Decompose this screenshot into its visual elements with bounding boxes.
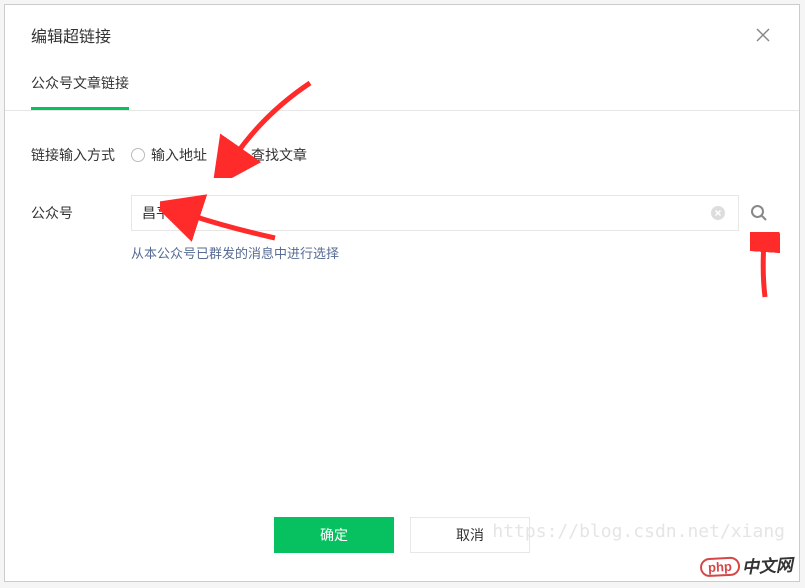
search-icon[interactable] [749,203,769,223]
confirm-button[interactable]: 确定 [274,517,394,553]
radio-icon [231,148,245,162]
input-mode-options: 输入地址 查找文章 [131,145,769,165]
input-mode-label: 链接输入方式 [31,145,131,165]
brand-php: php [700,556,741,577]
account-input[interactable] [142,205,710,221]
close-button[interactable] [753,25,773,45]
radio-icon [131,148,145,162]
radio-label: 查找文章 [251,145,307,165]
tab-bar: 公众号文章链接 [5,59,799,111]
dialog-title: 编辑超链接 [31,23,111,47]
select-from-sent-link[interactable]: 从本公众号已群发的消息中进行选择 [131,243,769,262]
brand-badge: php 中文网 [700,551,794,581]
radio-enter-url[interactable]: 输入地址 [131,145,207,165]
account-row: 公众号 [31,195,769,231]
edit-hyperlink-dialog: 编辑超链接 公众号文章链接 链接输入方式 输入地址 查找文章 公众号 [4,4,800,582]
account-label: 公众号 [31,203,131,223]
brand-cn: 中文网 [741,551,793,579]
watermark-text: https://blog.csdn.net/xiang [492,521,785,542]
tab-official-article-link[interactable]: 公众号文章链接 [31,59,129,110]
radio-label: 输入地址 [151,145,207,165]
dialog-header: 编辑超链接 [5,5,799,59]
account-content [131,195,769,231]
account-input-wrap [131,195,739,231]
radio-search-article[interactable]: 查找文章 [231,145,307,165]
clear-icon[interactable] [710,205,726,221]
close-icon [753,25,773,45]
dialog-body: 链接输入方式 输入地址 查找文章 公众号 [5,111,799,282]
input-mode-row: 链接输入方式 输入地址 查找文章 [31,145,769,165]
